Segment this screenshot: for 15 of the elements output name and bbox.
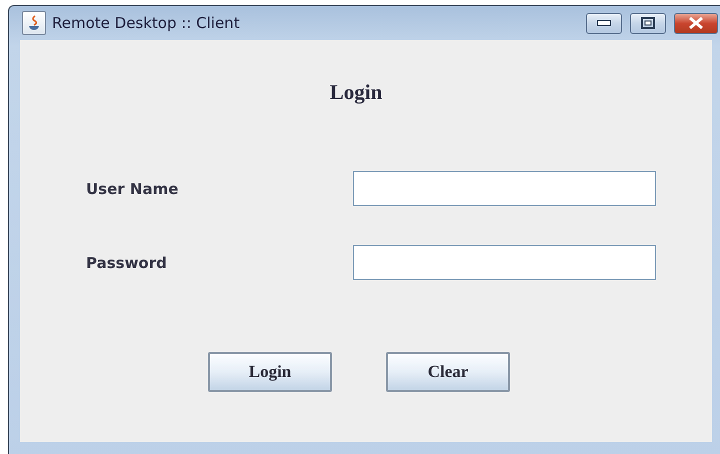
close-icon [688, 17, 704, 29]
close-button[interactable] [674, 12, 718, 34]
input-field[interactable] [353, 245, 656, 280]
maximize-icon [641, 17, 655, 29]
coffee-cup-icon [22, 11, 46, 35]
minimize-button[interactable] [586, 12, 622, 34]
clear-button[interactable]: Clear [386, 352, 510, 392]
field-label: Password [86, 254, 168, 272]
field-label: User Name [86, 180, 180, 198]
input-field[interactable] [353, 171, 656, 206]
minimize-icon [597, 20, 611, 26]
window-title: Remote Desktop :: Client [52, 14, 241, 32]
login-heading: Login [328, 80, 384, 105]
maximize-button[interactable] [630, 12, 666, 34]
login-button[interactable]: Login [208, 352, 332, 392]
